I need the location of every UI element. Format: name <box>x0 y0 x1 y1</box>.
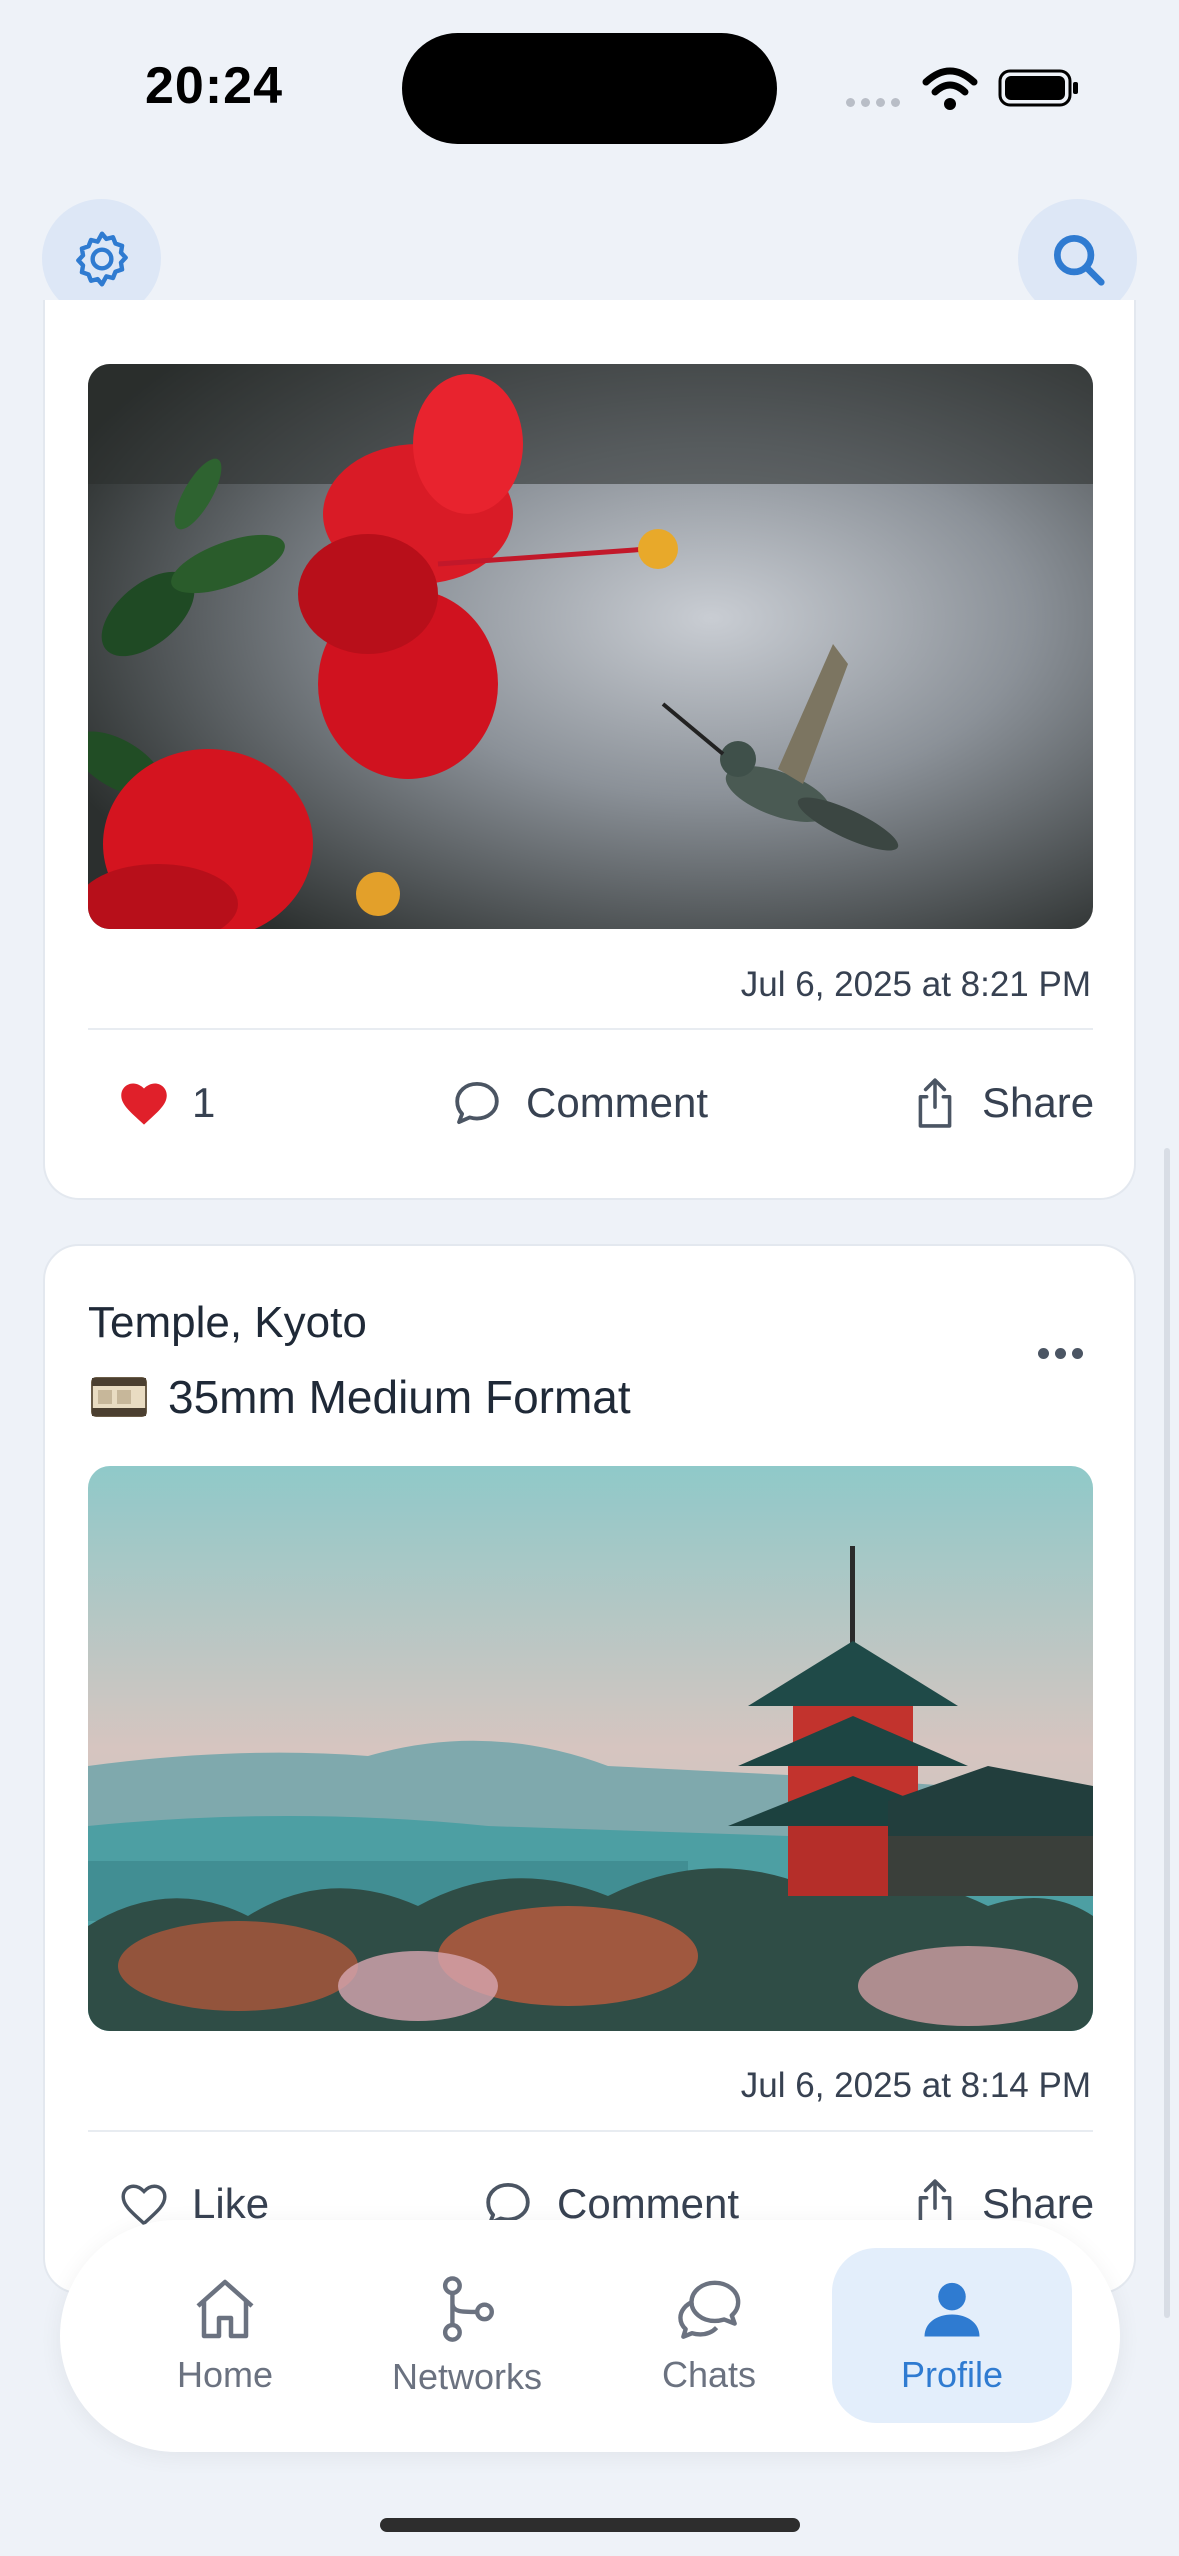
status-bar: 20:24 <box>0 0 1179 175</box>
more-options-button[interactable] <box>1038 1346 1090 1360</box>
gear-icon <box>75 231 128 286</box>
film-reel-icon <box>91 1377 147 1417</box>
post-camera: 35mm Medium Format <box>88 1366 631 1428</box>
share-label: Share <box>982 1079 1095 1126</box>
post-timestamp: Jul 6, 2025 at 8:21 PM <box>740 965 1091 1004</box>
status-time: 20:24 <box>145 57 283 115</box>
kyoto-pagoda-photo <box>88 1466 1093 2031</box>
tab-label: Chats <box>661 2353 757 2395</box>
comment-icon <box>455 1081 499 1125</box>
comment-label: Comment <box>526 1079 709 1126</box>
chat-icon <box>678 2280 741 2339</box>
post-actions: 1 Comment Share <box>88 1063 1094 1143</box>
post-photo[interactable] <box>88 1466 1093 2031</box>
comment-button[interactable]: Comment <box>450 1063 708 1143</box>
share-button[interactable]: Share <box>910 1063 1094 1143</box>
home-indicator[interactable] <box>380 2518 800 2532</box>
post-card: Temple, Kyoto 35mm Medium Format Jul 6, … <box>43 1244 1136 2294</box>
like-count: 1 <box>192 1079 216 1126</box>
tab-home[interactable]: Home <box>105 2248 345 2423</box>
cellular-signal-icon <box>846 94 906 107</box>
post-location: Temple, Kyoto <box>88 1298 367 1347</box>
dynamic-island <box>402 33 777 144</box>
like-button[interactable]: 1 <box>118 1063 215 1143</box>
profile-icon <box>924 2282 980 2336</box>
search-icon <box>1053 234 1105 286</box>
heart-filled-icon <box>121 1083 167 1125</box>
divider <box>88 2130 1093 2132</box>
tab-chats[interactable]: Chats <box>589 2248 829 2423</box>
tab-label: Home <box>176 2353 274 2395</box>
network-icon <box>442 2275 494 2342</box>
post-timestamp: Jul 6, 2025 at 8:14 PM <box>740 2066 1091 2105</box>
tab-profile[interactable]: Profile <box>832 2248 1072 2423</box>
hummingbird-hibiscus-photo <box>88 364 1093 929</box>
camera-label: 35mm Medium Format <box>168 1371 631 1423</box>
home-icon <box>196 2279 254 2338</box>
tab-networks[interactable]: Networks <box>347 2248 587 2423</box>
post-photo[interactable] <box>88 364 1093 929</box>
post-card: Jul 6, 2025 at 8:21 PM 1 Comment Share <box>43 300 1136 1200</box>
share-icon <box>918 1078 952 1128</box>
battery-icon <box>998 69 1078 107</box>
tab-bar: Home Networks Chats Profile <box>60 2220 1120 2452</box>
wifi-icon <box>922 67 978 110</box>
scroll-indicator[interactable] <box>1164 1148 1170 2318</box>
tab-label: Profile <box>900 2353 1004 2395</box>
divider <box>88 1028 1093 1030</box>
tab-label: Networks <box>391 2355 543 2397</box>
